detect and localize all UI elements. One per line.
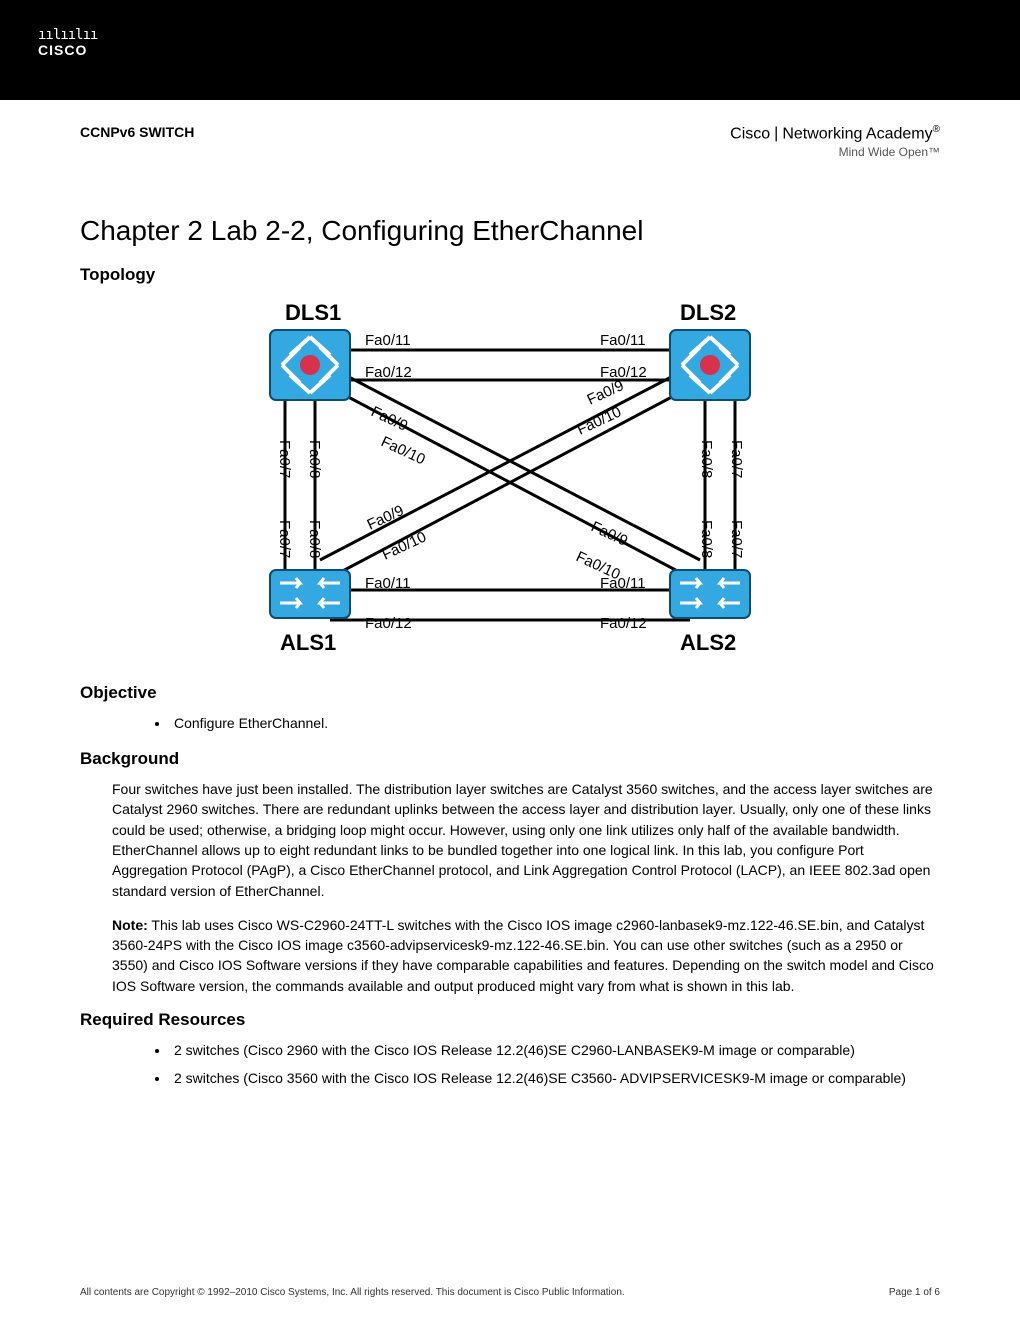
l3-switch-icon [270, 330, 350, 400]
cisco-logo: ıılıılıı CISCO [38, 28, 1020, 59]
cisco-logo-text: CISCO [38, 43, 1020, 58]
port-label: Fa0/9 [368, 404, 410, 436]
port-label: Fa0/8 [698, 520, 715, 558]
na-text: Networking Academy [782, 125, 932, 142]
port-label: Fa0/7 [728, 520, 745, 558]
port-label: Fa0/12 [365, 364, 412, 381]
topology-diagram: DLS1 DLS2 ALS1 ALS2 Fa0/11 Fa0/11 Fa0/12… [80, 295, 940, 665]
device-label: DLS1 [285, 300, 341, 325]
port-label: Fa0/7 [276, 440, 293, 478]
port-label: Fa0/7 [728, 440, 745, 478]
section-required: Required Resources [80, 1010, 940, 1030]
section-background: Background [80, 749, 940, 769]
l2-switch-icon [670, 570, 750, 618]
page-footer: All contents are Copyright © 1992–2010 C… [80, 1287, 940, 1298]
port-label: Fa0/7 [276, 520, 293, 558]
port-label: Fa0/9 [588, 519, 630, 551]
port-label: Fa0/12 [600, 364, 647, 381]
port-label: Fa0/11 [365, 575, 411, 592]
na-tagline: Mind Wide Open™ [730, 145, 940, 159]
objective-list: Configure EtherChannel. [170, 713, 940, 735]
background-paragraph: Four switches have just been installed. … [112, 779, 940, 901]
section-objective: Objective [80, 683, 940, 703]
doc-tag: CCNPv6 SWITCH [80, 124, 194, 140]
port-label: Fa0/12 [365, 615, 412, 632]
port-label: Fa0/11 [600, 332, 646, 349]
cisco-logo-bars: ıılıılıı [38, 28, 1020, 43]
port-label: Fa0/8 [698, 440, 715, 478]
required-list: 2 switches (Cisco 2960 with the Cisco IO… [170, 1040, 940, 1089]
footer-copyright: All contents are Copyright © 1992–2010 C… [80, 1287, 625, 1298]
header-banner: ıılıılıı CISCO [0, 0, 1020, 100]
device-label: ALS2 [680, 630, 736, 655]
port-label: Fa0/10 [378, 434, 428, 469]
port-label: Fa0/8 [306, 520, 323, 558]
port-label: Fa0/10 [573, 549, 623, 584]
note-lead: Note: [112, 917, 148, 933]
list-item: 2 switches (Cisco 3560 with the Cisco IO… [170, 1068, 940, 1090]
device-label: ALS1 [280, 630, 336, 655]
port-label: Fa0/10 [575, 404, 625, 439]
list-item: Configure EtherChannel. [170, 713, 940, 735]
port-label: Fa0/11 [365, 332, 411, 349]
background-note: Note: This lab uses Cisco WS-C2960-24TT-… [112, 915, 940, 996]
footer-page: Page 1 of 6 [889, 1287, 940, 1298]
list-item: 2 switches (Cisco 2960 with the Cisco IO… [170, 1040, 940, 1062]
l3-switch-icon [670, 330, 750, 400]
device-label: DLS2 [680, 300, 736, 325]
port-label: Fa0/8 [306, 440, 323, 478]
page-title: Chapter 2 Lab 2-2, Configuring EtherChan… [80, 215, 940, 247]
port-label: Fa0/10 [380, 529, 430, 564]
na-cisco: Cisco [730, 125, 770, 142]
port-label: Fa0/9 [365, 502, 407, 534]
note-body: This lab uses Cisco WS-C2960-24TT-L swit… [112, 917, 934, 994]
port-label: Fa0/12 [600, 615, 647, 632]
networking-academy-logo: Cisco|Networking Academy® Mind Wide Open… [730, 124, 940, 159]
na-reg: ® [933, 124, 940, 135]
l2-switch-icon [270, 570, 350, 618]
section-topology: Topology [80, 265, 940, 285]
